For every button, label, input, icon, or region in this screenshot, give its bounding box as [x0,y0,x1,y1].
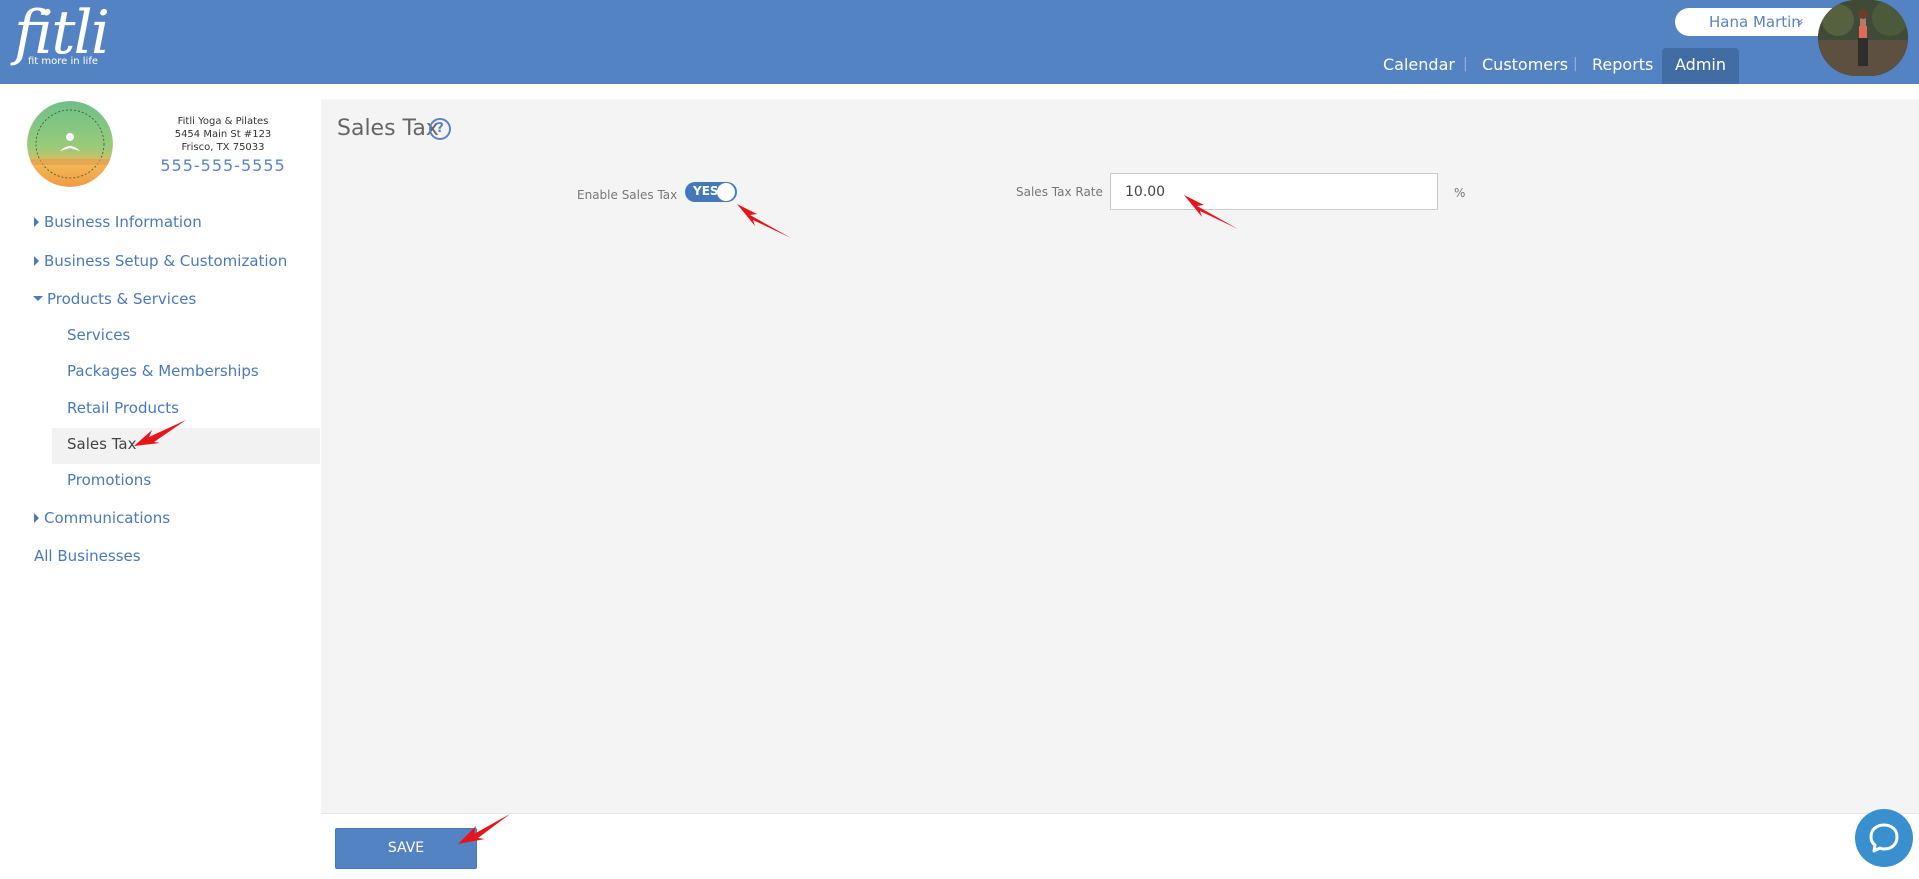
sidebar-subitem-promotions[interactable]: Promotions [67,471,151,489]
sidebar-item-business-setup[interactable]: Business Setup & Customization [44,252,287,270]
toggle-knob [717,183,735,201]
toggle-state-text: YES [693,184,719,198]
nav-separator: | [1573,56,1578,72]
sidebar-subitem-retail-products[interactable]: Retail Products [67,399,179,417]
caret-down-icon [33,296,43,301]
help-icon[interactable]: ? [429,118,451,140]
business-address: Fitli Yoga & Pilates 5454 Main St #123 F… [150,115,296,154]
business-logo [27,101,113,187]
nav-reports[interactable]: Reports [1592,48,1653,84]
business-address-line2: Frisco, TX 75033 [181,142,265,153]
nav-admin[interactable]: Admin [1662,48,1739,84]
avatar-image [1818,0,1908,76]
sales-tax-rate-label: Sales Tax Rate [1016,185,1103,199]
sidebar-subitem-services[interactable]: Services [67,326,130,344]
sidebar-item-all-businesses[interactable]: All Businesses [34,547,141,565]
caret-right-icon [34,217,39,227]
logo-tagline: fit more in life [28,56,99,67]
sidebar-subitem-packages[interactable]: Packages & Memberships [67,362,259,380]
annotation-arrow-icon [134,420,186,446]
chat-button[interactable] [1855,809,1913,867]
rate-unit: % [1454,186,1466,200]
enable-sales-tax-toggle[interactable]: YES [685,182,737,202]
caret-right-icon [34,513,39,523]
annotation-arrow-icon [1184,195,1238,229]
nav-calendar[interactable]: Calendar [1383,48,1455,84]
nav-separator: | [1463,56,1468,72]
business-phone[interactable]: 555-555-5555 [150,156,296,175]
nav-customers[interactable]: Customers [1482,48,1568,84]
sidebar-item-products-services[interactable]: Products & Services [47,290,196,308]
caret-right-icon [34,256,39,266]
sidebar-item-business-information[interactable]: Business Information [44,213,202,231]
chevron-down-icon: » [1791,18,1807,26]
avatar[interactable] [1818,0,1908,76]
page-title: Sales Tax [337,116,439,141]
annotation-arrow-icon [458,814,510,844]
enable-sales-tax-label: Enable Sales Tax [577,188,678,202]
footer-divider [321,813,1919,814]
annotation-arrow-icon [737,204,791,238]
business-logo-image [27,101,113,187]
fitli-logo[interactable]: fitli [14,2,110,64]
sidebar-subitem-sales-tax[interactable]: Sales Tax [67,435,136,453]
business-name: Fitli Yoga & Pilates [177,116,269,127]
chat-icon [1869,823,1899,853]
sales-tax-rate-input[interactable] [1110,173,1438,210]
business-address-line1: 5454 Main St #123 [174,129,272,140]
sidebar-item-communications[interactable]: Communications [44,509,170,527]
